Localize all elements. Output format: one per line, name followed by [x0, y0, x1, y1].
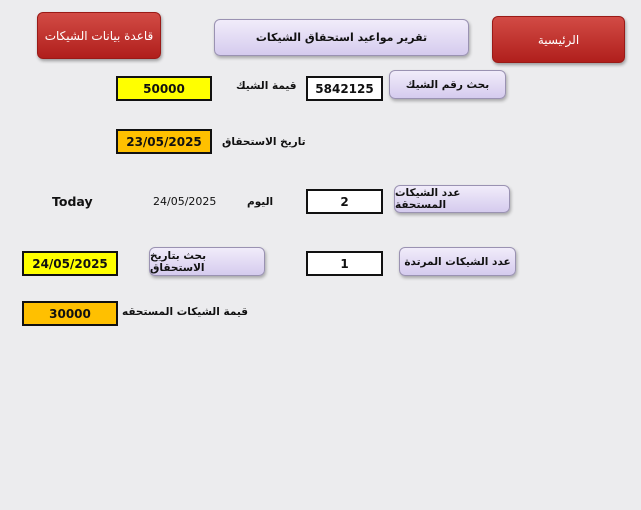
due-total-label: قيمة الشيكات المستحقه — [122, 306, 249, 318]
search-date: 24/05/2025 — [32, 256, 108, 271]
app-window: { "nav": { "home": "الرئيسية", "database… — [0, 0, 641, 510]
report-title-button[interactable]: تقرير مواعيد استحقاق الشيكات — [214, 19, 469, 56]
cheque-number-input[interactable]: 5842125 — [306, 76, 383, 101]
due-total: 30000 — [49, 306, 91, 321]
database-button-label: قاعدة بيانات الشيكات — [44, 28, 154, 43]
due-count: 2 — [340, 194, 349, 209]
due-total-field: 30000 — [22, 301, 118, 326]
today-label: اليوم — [247, 196, 274, 208]
returned-count: 1 — [340, 256, 349, 271]
cheque-value: 50000 — [143, 81, 185, 96]
search-by-due-date-label: بحث بتاريخ الاستحقاق — [150, 249, 207, 274]
cheque-number: 5842125 — [315, 81, 374, 96]
cheque-value-field: 50000 — [116, 76, 212, 101]
report-title-label: تقرير مواعيد استحقاق الشيكات — [255, 31, 428, 44]
due-date-field: 23/05/2025 — [116, 129, 212, 154]
due-count-button[interactable]: عدد الشيكات المستحقة — [394, 185, 510, 213]
home-button-label: الرئيسية — [537, 32, 580, 47]
returned-count-button[interactable]: عدد الشيكات المرتدة — [399, 247, 516, 276]
today-date: 24/05/2025 — [153, 195, 217, 208]
due-date: 23/05/2025 — [126, 134, 202, 149]
due-count-field: 2 — [306, 189, 383, 214]
search-cheque-button[interactable]: بحث رقم الشيك — [389, 70, 506, 99]
search-cheque-label: بحث رقم الشيك — [405, 78, 490, 91]
home-button[interactable]: الرئيسية — [492, 16, 625, 63]
returned-count-label: عدد الشيكات المرتدة — [404, 255, 511, 268]
database-button[interactable]: قاعدة بيانات الشيكات — [37, 12, 161, 59]
due-count-label: عدد الشيكات المستحقة — [395, 187, 461, 211]
today-text: Today — [52, 194, 93, 209]
returned-count-field: 1 — [306, 251, 383, 276]
search-by-due-date-button[interactable]: بحث بتاريخ الاستحقاق — [149, 247, 265, 276]
due-date-label: تاريخ الاستحقاق — [222, 136, 306, 148]
search-date-input[interactable]: 24/05/2025 — [22, 251, 118, 276]
cheque-value-label: قيمة الشيك — [236, 80, 297, 92]
